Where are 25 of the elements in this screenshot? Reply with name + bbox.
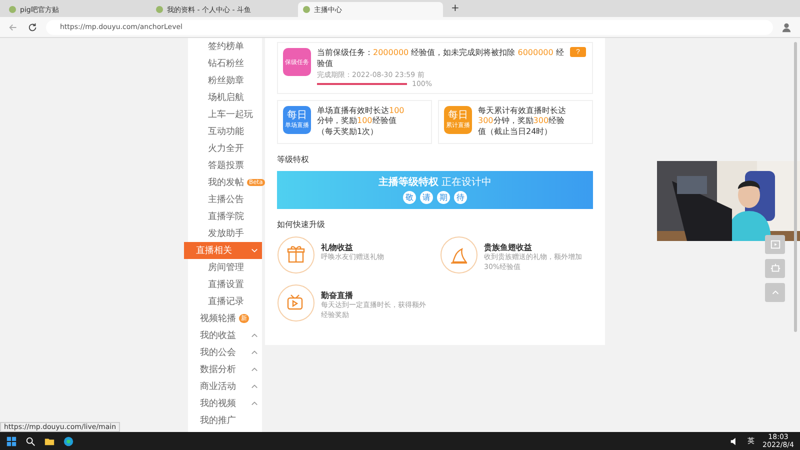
tv-icon xyxy=(277,284,315,322)
search-icon[interactable] xyxy=(25,436,36,446)
banner-title: 主播等级特权 正在设计中 xyxy=(378,175,492,190)
browser-icon[interactable] xyxy=(63,436,74,446)
tip-title: 贵族鱼翅收益 xyxy=(484,242,533,253)
task-text: 当前保级任务：2000000 经验值，如未完成则将被扣除 6000000 经验值 xyxy=(317,48,565,70)
gift-icon xyxy=(277,236,315,274)
task-text: 每天累计有效直播时长达 300分钟，奖励300经验值（截止当日24时） xyxy=(478,106,566,138)
banner-chip: 期 xyxy=(437,191,450,204)
tip-title: 礼物收益 xyxy=(321,242,354,253)
tip-title: 勤奋直播 xyxy=(321,290,354,301)
banner-chip: 待 xyxy=(454,191,467,204)
banner-chip: 敬 xyxy=(403,191,416,204)
section-heading: 等级特权 xyxy=(277,154,310,165)
profile-icon[interactable] xyxy=(781,22,792,32)
robot-icon xyxy=(770,263,780,274)
reload-icon[interactable] xyxy=(27,22,38,32)
new-tab-button[interactable]: + xyxy=(445,3,466,14)
fin-icon xyxy=(440,236,478,274)
play-icon xyxy=(770,239,780,250)
task-text: 单场直播有效时长达100 分钟，奖励100经验值（每天奖励1次） xyxy=(317,106,405,138)
section-heading: 如何快速升级 xyxy=(277,218,326,230)
banner-chip: 请 xyxy=(420,191,433,204)
sidebar-item[interactable]: 直播相关 xyxy=(184,242,262,259)
windows-icon[interactable] xyxy=(6,436,17,446)
